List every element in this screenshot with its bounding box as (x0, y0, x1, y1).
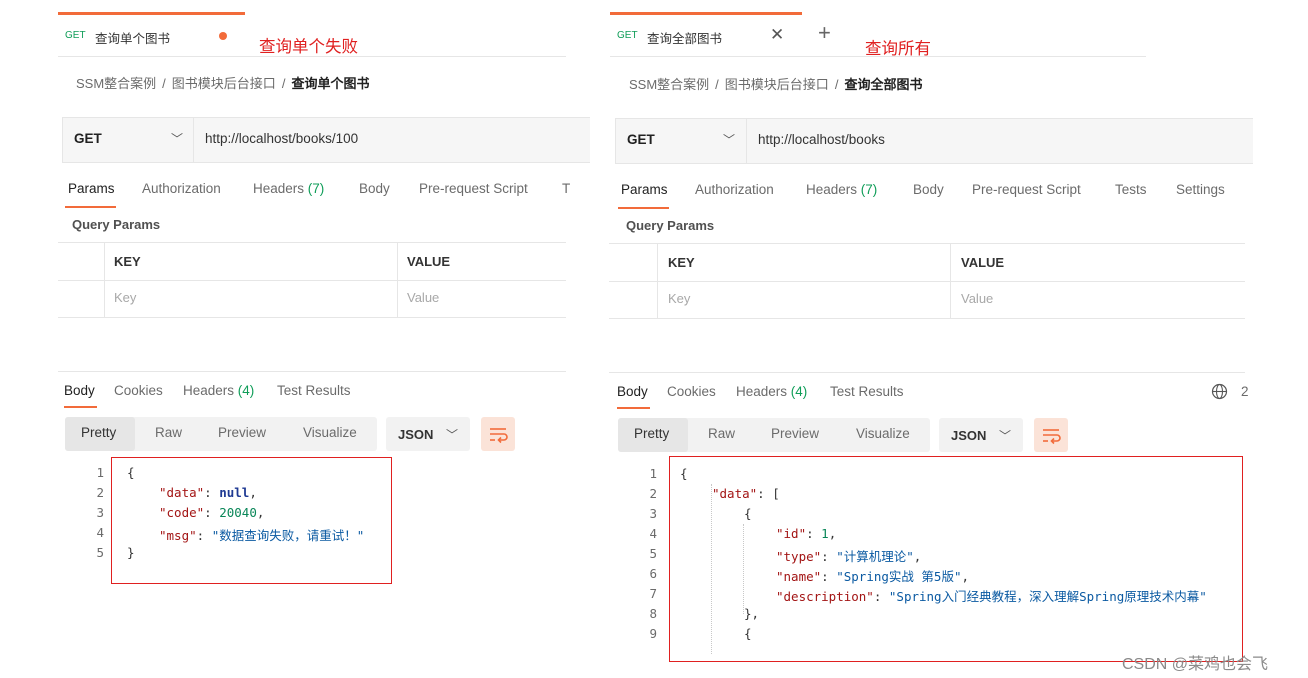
tab-body[interactable]: Body (359, 181, 390, 196)
key-header: KEY (668, 255, 695, 270)
tab-params[interactable]: Params (68, 181, 115, 196)
view-preview[interactable]: Preview (771, 426, 819, 441)
request-bar: GET ﹀ http://localhost/books/100 (62, 117, 590, 163)
format-select[interactable]: JSON ﹀ (939, 418, 1023, 452)
tab-authorization[interactable]: Authorization (142, 181, 221, 196)
table-row: Key Value (609, 281, 1245, 319)
value-header: VALUE (961, 255, 1005, 270)
breadcrumb-root[interactable]: SSM整合案例 (76, 76, 156, 91)
tab-title: 查询单个图书 (95, 32, 171, 46)
tab-title: 查询全部图书 (647, 32, 723, 46)
breadcrumb: SSM整合案例 / 图书模块后台接口 / 查询单个图书 (76, 76, 370, 91)
query-params-table: KEY VALUE Key Value (609, 243, 1245, 320)
method-select[interactable]: GET ﹀ (63, 118, 194, 162)
tab-settings[interactable]: Settings (1176, 182, 1225, 197)
view-raw[interactable]: Raw (155, 425, 182, 440)
table-header-row: KEY VALUE (58, 243, 566, 281)
chevron-down-icon: ﹀ (446, 428, 459, 442)
wrap-lines-icon (1043, 429, 1061, 445)
request-tabs: Params Authorization Headers (7) Body Pr… (68, 181, 578, 201)
format-select[interactable]: JSON ﹀ (386, 417, 470, 451)
active-tab-underline (65, 206, 116, 208)
breadcrumb-folder[interactable]: 图书模块后台接口 (172, 76, 276, 91)
wrap-lines-button[interactable] (481, 417, 515, 451)
view-mode-group: Pretty Raw Preview Visualize (618, 418, 930, 452)
value-input[interactable]: Value (961, 291, 993, 306)
view-pretty[interactable]: Pretty (81, 425, 116, 440)
plus-icon[interactable]: + (818, 22, 831, 44)
tab-headers[interactable]: Headers (7) (253, 181, 324, 196)
key-input[interactable]: Key (668, 291, 690, 306)
request-tabs: Params Authorization Headers (7) Body Pr… (621, 182, 1246, 202)
highlight-box (669, 456, 1243, 662)
tab-get-all-books[interactable]: GET 查询全部图书 ✕ (610, 12, 802, 55)
breadcrumb-current: 查询单个图书 (291, 76, 370, 91)
response-divider (58, 371, 566, 372)
active-resp-tab-underline (64, 406, 97, 408)
tab-pre-request-script[interactable]: Pre-request Script (972, 182, 1081, 197)
tab-tests[interactable]: Tests (1115, 182, 1147, 197)
tab-get-single-book[interactable]: GET 查询单个图书 (58, 12, 245, 55)
query-params-label: Query Params (626, 218, 715, 233)
tab-method: GET (617, 30, 638, 41)
globe-icon[interactable] (1211, 383, 1228, 403)
tab-headers[interactable]: Headers (7) (806, 182, 877, 197)
value-header: VALUE (407, 254, 451, 269)
table-header-row: KEY VALUE (609, 244, 1245, 282)
tab-authorization[interactable]: Authorization (695, 182, 774, 197)
view-mode-group: Pretty Raw Preview Visualize (65, 417, 377, 451)
view-visualize[interactable]: Visualize (303, 425, 357, 440)
url-input[interactable]: http://localhost/books/100 (205, 131, 358, 146)
breadcrumb-folder[interactable]: 图书模块后台接口 (725, 77, 829, 92)
chevron-down-icon: ﹀ (723, 133, 736, 147)
active-resp-tab-underline (617, 407, 650, 409)
resp-tab-test-results[interactable]: Test Results (277, 383, 351, 398)
active-tab-underline (618, 207, 669, 209)
request-bar: GET ﹀ http://localhost/books (615, 118, 1253, 164)
resp-tab-cookies[interactable]: Cookies (114, 383, 163, 398)
resp-tab-cookies[interactable]: Cookies (667, 384, 716, 399)
tab-pre-request-script[interactable]: Pre-request Script (419, 181, 528, 196)
query-params-table: KEY VALUE Key Value (58, 242, 566, 319)
key-header: KEY (114, 254, 141, 269)
left-request-panel: GET 查询单个图书 查询单个失败 SSM整合案例 / 图书模块后台接口 / 查询单个图… (0, 0, 590, 678)
status-code-partial: 2 (1241, 384, 1249, 399)
breadcrumb: SSM整合案例 / 图书模块后台接口 / 查询全部图书 (629, 77, 923, 92)
resp-tab-body[interactable]: Body (617, 384, 648, 399)
view-pretty[interactable]: Pretty (634, 426, 669, 441)
close-icon[interactable]: ✕ (770, 25, 784, 45)
watermark: CSDN @菜鸡也会飞 (1122, 656, 1269, 673)
resp-tab-body[interactable]: Body (64, 383, 95, 398)
view-visualize[interactable]: Visualize (856, 426, 910, 441)
chevron-down-icon: ﹀ (171, 132, 184, 146)
view-raw[interactable]: Raw (708, 426, 735, 441)
method-select[interactable]: GET ﹀ (616, 119, 747, 163)
response-divider (609, 372, 1245, 373)
query-params-label: Query Params (72, 217, 161, 232)
resp-tab-headers[interactable]: Headers (4) (183, 383, 254, 398)
tab-params[interactable]: Params (621, 182, 668, 197)
resp-tab-headers[interactable]: Headers (4) (736, 384, 807, 399)
value-input[interactable]: Value (407, 290, 439, 305)
unsaved-dot-icon (219, 32, 227, 40)
key-input[interactable]: Key (114, 290, 136, 305)
tab-body[interactable]: Body (913, 182, 944, 197)
breadcrumb-root[interactable]: SSM整合案例 (629, 77, 709, 92)
breadcrumb-current: 查询全部图书 (844, 77, 923, 92)
wrap-lines-button[interactable] (1034, 418, 1068, 452)
annotation-label: 查询单个失败 (259, 38, 358, 56)
table-row: Key Value (58, 280, 566, 318)
response-tabs: Body Cookies Headers (4) Test Results (64, 383, 484, 403)
right-request-panel: GET 查询全部图书 ✕ + 查询所有 SSM整合案例 / 图书模块后台接口 / 查询全… (605, 0, 1253, 678)
resp-tab-test-results[interactable]: Test Results (830, 384, 904, 399)
view-preview[interactable]: Preview (218, 425, 266, 440)
highlight-box (111, 457, 392, 584)
tab-method: GET (65, 30, 86, 41)
wrap-lines-icon (490, 428, 508, 444)
tab-tests[interactable]: T (562, 181, 570, 196)
response-tabs: Body Cookies Headers (4) Test Results 2 (617, 383, 1249, 404)
url-input[interactable]: http://localhost/books (758, 132, 885, 147)
annotation-label: 查询所有 (865, 40, 931, 58)
chevron-down-icon: ﹀ (999, 429, 1012, 443)
